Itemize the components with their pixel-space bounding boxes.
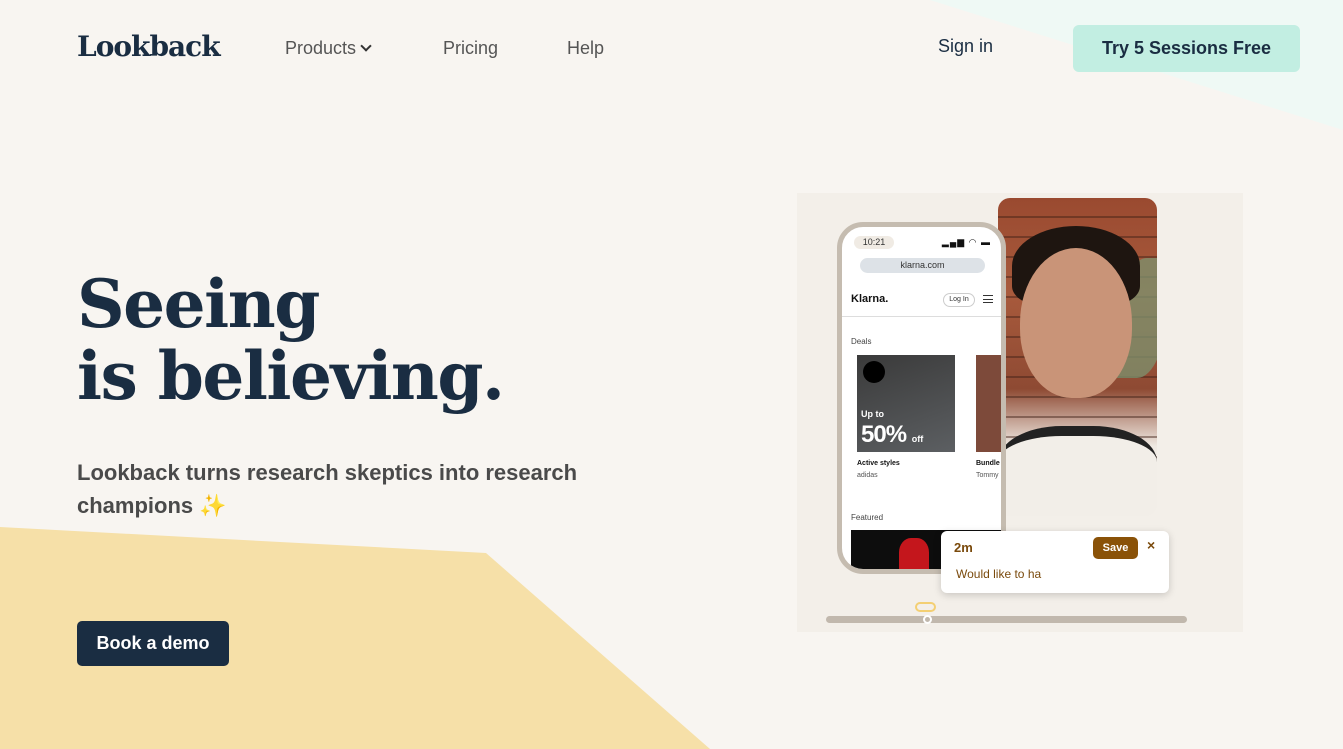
hero-subtext-text: Lookback turns research skeptics into re… [77,460,578,518]
nav-pricing[interactable]: Pricing [443,38,498,59]
lookback-logo[interactable]: Lookback [77,30,221,63]
book-demo-button[interactable]: Book a demo [77,621,229,666]
note-marker[interactable] [915,602,936,612]
participant-face [1020,248,1132,398]
phone-mockup: 10:21 ▂▄▆ ◠ ▬ klarna.com Klarna. Log In … [837,222,1006,574]
deals-heading: Deals [851,337,872,346]
deal-brand: adidas [857,472,878,479]
participant-shirt [998,426,1157,516]
phone-divider [842,316,1001,317]
hero-subtext: Lookback turns research skeptics into re… [77,456,617,522]
hamburger-menu-icon [983,295,993,303]
klarna-login-button: Log In [943,293,975,307]
deal-title: Active styles [857,460,900,467]
nav-products[interactable]: Products [285,38,372,59]
sparkle-icon: ✨ [199,493,227,518]
note-popup: 2m Save × Would like to ha [941,531,1169,593]
nav-products-label: Products [285,38,357,58]
featured-heading: Featured [851,513,884,522]
hero-headline: Seeing is believing. [77,265,505,415]
sign-in-link[interactable]: Sign in [938,36,993,57]
deal-brand: Tommy [976,472,999,479]
participant-video [998,198,1157,516]
deal-title: Bundle [976,460,1000,467]
note-save-button[interactable]: Save [1093,537,1138,559]
deal-card-tommy [976,355,1001,452]
headline-line-2: is believing. [77,337,505,415]
klarna-logo: Klarna. [851,293,889,305]
close-icon[interactable]: × [1147,537,1155,553]
timeline-scrubber[interactable] [922,615,932,624]
adidas-logo-icon [863,361,885,383]
signal-wifi-battery-icon: ▂▄▆ ◠ ▬ [941,237,991,247]
promo-percent: 50% off [861,421,924,448]
promo-upto: Up to [861,409,884,419]
deal-card-adidas: Up to 50% off [857,355,955,452]
headline-line-1: Seeing [77,265,320,343]
nav-help[interactable]: Help [567,38,604,59]
note-text-input[interactable]: Would like to ha [956,567,1041,581]
phone-url-bar: klarna.com [860,258,985,273]
chevron-down-icon [360,40,372,52]
video-timeline[interactable] [826,616,1187,623]
phone-time: 10:21 [854,236,894,249]
top-navigation: Lookback Products Pricing Help Sign in T… [0,0,1343,100]
try-free-button[interactable]: Try 5 Sessions Free [1073,25,1300,72]
note-timestamp: 2m [954,540,973,555]
